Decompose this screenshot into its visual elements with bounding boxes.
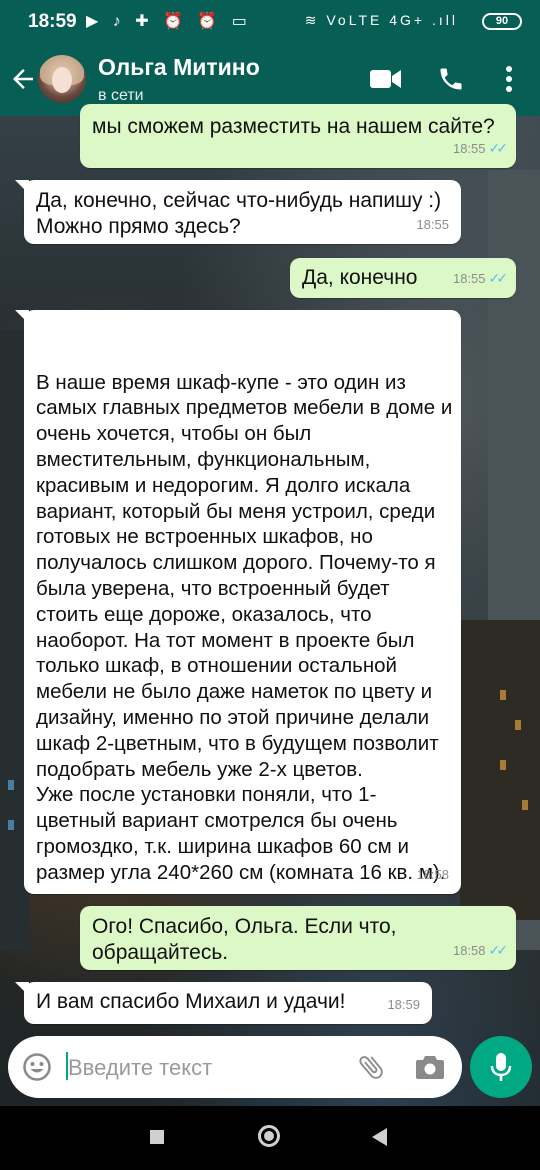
message-time: 18:59	[387, 997, 420, 1012]
recent-apps-icon[interactable]	[150, 1130, 164, 1144]
message-text: Ого! Спасибо, Ольга. Если что, обращайте…	[92, 915, 397, 964]
message-time: 18:55	[452, 141, 486, 156]
attach-icon[interactable]	[356, 1052, 386, 1082]
message-text: В наше время шкаф-купе - это один из сам…	[36, 370, 453, 884]
status-bar: 18:59 ▶ ♪ ✚ ⏰ ⏰ ▭ ≋ VoLTE 4G+ .ıll 90	[0, 0, 540, 42]
back-arrow-icon[interactable]	[8, 64, 38, 94]
read-ticks-icon: ✓✓	[488, 270, 509, 286]
emoji-icon[interactable]	[22, 1052, 52, 1082]
message-meta: 18:55 ✓✓	[452, 265, 509, 292]
message-input[interactable]	[66, 1050, 340, 1086]
notification-icons: ▶ ♪ ✚ ⏰ ⏰ ▭	[86, 13, 252, 30]
contact-name[interactable]: Ольга Митино	[98, 54, 260, 81]
message-outgoing[interactable]: Да, конечно 18:55 ✓✓	[290, 258, 516, 298]
message-text: мы сможем разместить на нашем сайте?	[92, 115, 495, 138]
message-meta: 18:58 ✓✓	[452, 937, 509, 964]
video-call-icon[interactable]	[370, 68, 402, 90]
nav-back-icon[interactable]	[372, 1128, 387, 1146]
message-meta: 18:55	[416, 212, 449, 238]
message-time: 18:55	[452, 271, 486, 286]
message-outgoing[interactable]: Ого! Спасибо, Ольга. Если что, обращайте…	[80, 906, 516, 970]
camera-icon[interactable]	[414, 1052, 446, 1082]
voice-message-button[interactable]	[470, 1036, 532, 1098]
message-time: 18:58	[416, 867, 449, 883]
message-incoming[interactable]: В наше время шкаф-купе - это один из сам…	[15, 310, 461, 894]
message-text: Да, конечно	[302, 266, 418, 289]
microphone-icon	[490, 1053, 512, 1081]
message-meta: 18:58	[416, 836, 449, 888]
contact-online-status: в сети	[98, 87, 144, 104]
message-meta: 18:55 ✓✓	[452, 135, 509, 162]
message-text: И вам спасибо Михаил и удачи!	[36, 990, 346, 1013]
message-incoming[interactable]: И вам спасибо Михаил и удачи! 18:59	[15, 982, 432, 1024]
message-meta: 18:59	[387, 992, 420, 1018]
message-composer	[8, 1036, 462, 1098]
read-ticks-icon: ✓✓	[488, 140, 509, 156]
message-time: 18:58	[452, 943, 486, 958]
more-options-icon[interactable]	[502, 64, 516, 94]
message-outgoing[interactable]: мы сможем разместить на нашем сайте? 18:…	[80, 104, 516, 168]
voice-call-icon[interactable]	[437, 65, 465, 93]
message-text: Да, конечно, сейчас что-нибудь напишу :)…	[36, 189, 442, 238]
contact-avatar[interactable]	[38, 55, 86, 103]
signal-icons: ≋ VoLTE 4G+ .ıll	[304, 12, 458, 28]
message-time: 18:55	[416, 217, 449, 232]
read-ticks-icon: ✓✓	[488, 942, 509, 958]
status-time: 18:59	[28, 11, 77, 32]
message-incoming[interactable]: Да, конечно, сейчас что-нибудь напишу :)…	[15, 180, 461, 244]
battery-icon: 90	[482, 13, 522, 30]
home-icon[interactable]	[258, 1125, 280, 1147]
